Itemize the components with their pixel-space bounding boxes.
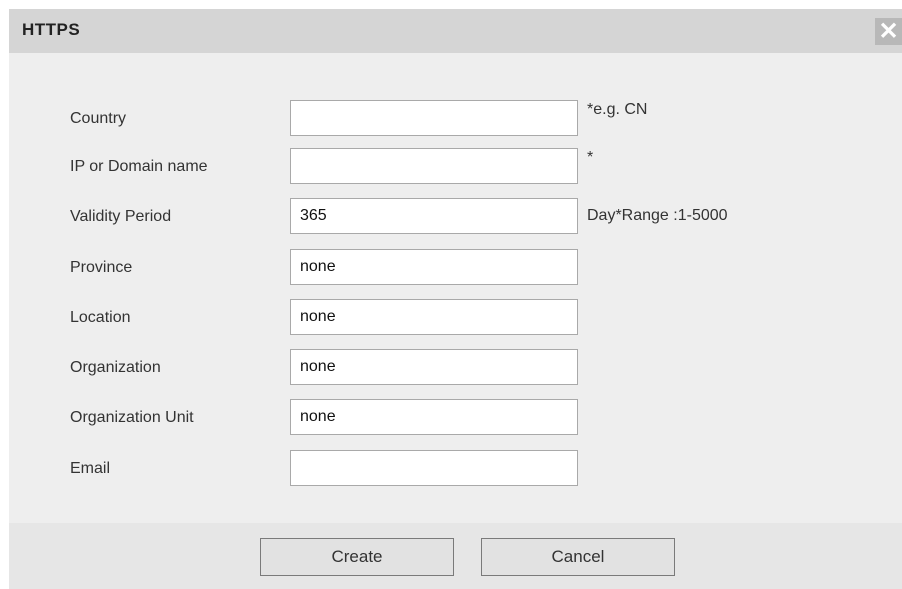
province-row: Province	[9, 249, 902, 287]
email-row: Email	[9, 450, 902, 488]
domain-field[interactable]	[290, 148, 578, 184]
validity-label: Validity Period	[70, 208, 172, 225]
certificate-form: Country *e.g. CN IP or Domain name * Val…	[9, 53, 902, 523]
country-row: Country *e.g. CN	[9, 100, 902, 138]
https-dialog: HTTPS ✕ Country *e.g. CN IP or Domain na…	[9, 9, 902, 589]
organization-unit-field[interactable]	[290, 399, 578, 435]
close-icon[interactable]: ✕	[875, 18, 902, 45]
province-field[interactable]	[290, 249, 578, 285]
organization-field[interactable]	[290, 349, 578, 385]
dialog-footer: Create Cancel	[9, 523, 902, 589]
location-row: Location	[9, 299, 902, 337]
dialog-titlebar: HTTPS ✕	[9, 9, 902, 53]
create-button[interactable]: Create	[260, 538, 454, 576]
location-label: Location	[70, 309, 131, 326]
validity-row: Validity Period Day*Range :1-5000	[9, 198, 902, 236]
organization-label: Organization	[70, 359, 161, 376]
country-hint: *e.g. CN	[587, 101, 648, 118]
validity-hint: Day*Range :1-5000	[587, 207, 728, 224]
location-field[interactable]	[290, 299, 578, 335]
organization-unit-row: Organization Unit	[9, 399, 902, 437]
cancel-button[interactable]: Cancel	[481, 538, 675, 576]
email-field[interactable]	[290, 450, 578, 486]
country-label: Country	[70, 110, 127, 127]
domain-row: IP or Domain name *	[9, 148, 902, 186]
country-field[interactable]	[290, 100, 578, 136]
domain-label: IP or Domain name	[70, 158, 208, 175]
province-label: Province	[70, 259, 133, 276]
organization-row: Organization	[9, 349, 902, 387]
organization-unit-label: Organization Unit	[70, 409, 194, 426]
validity-field[interactable]	[290, 198, 578, 234]
email-label: Email	[70, 460, 111, 477]
domain-hint: *	[587, 149, 594, 166]
dialog-title: HTTPS	[22, 20, 81, 39]
